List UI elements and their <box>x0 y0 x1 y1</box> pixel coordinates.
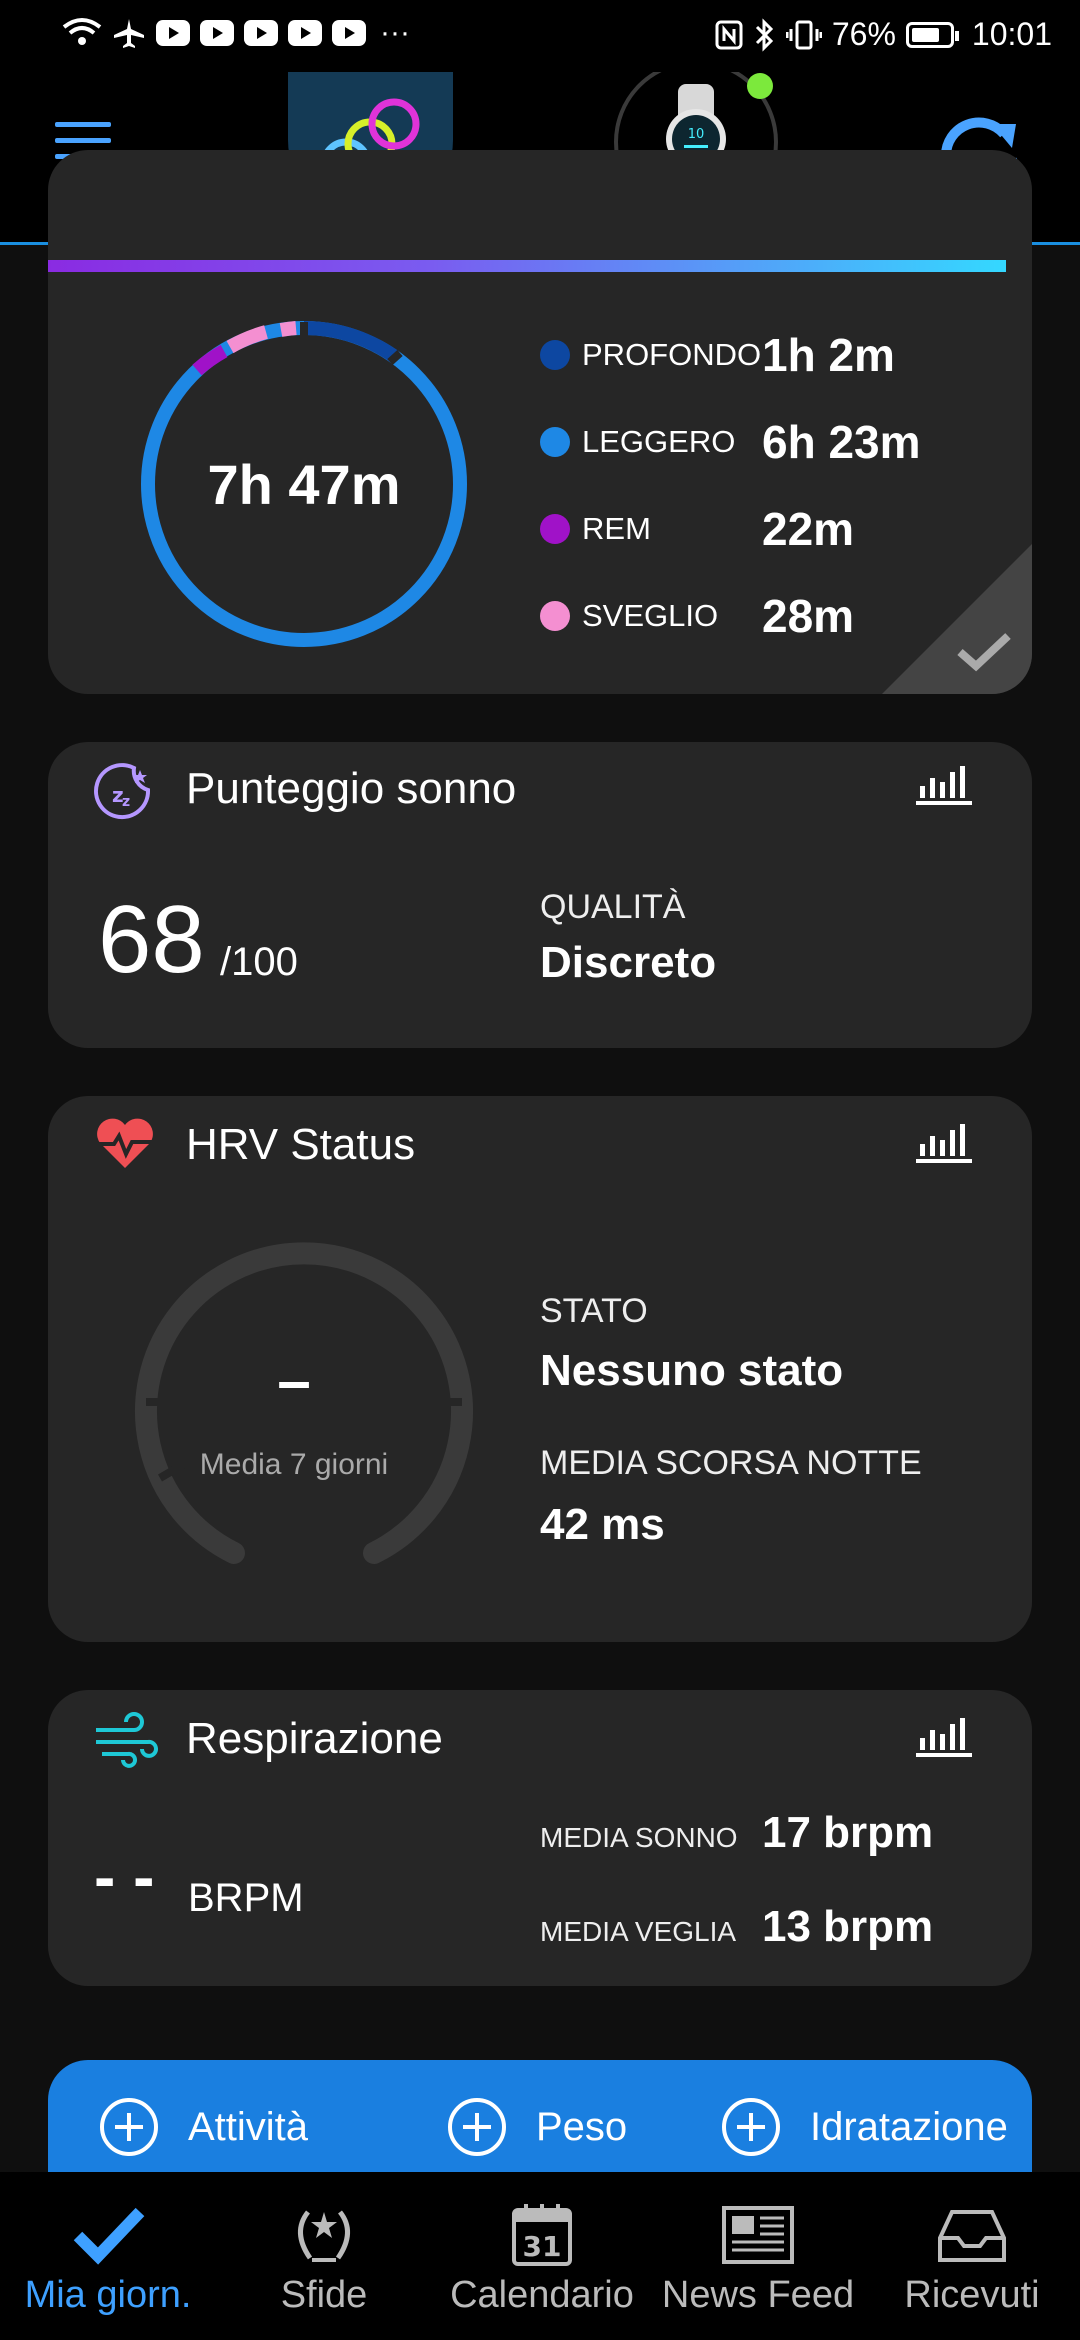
sleep-score-card[interactable]: z z Punteggio sonno 68 /100 QUALITÀ Disc… <box>48 742 1032 1048</box>
clock: 10:01 <box>971 16 1052 52</box>
deep-dot <box>540 340 570 370</box>
hrv-last-night-value: 42 ms <box>540 1500 665 1549</box>
add-weight-label: Peso <box>536 2104 628 2149</box>
rem-dot <box>540 514 570 544</box>
rem-value: 22m <box>762 503 855 555</box>
wifi-icon <box>62 18 102 45</box>
sleep-avg-label: MEDIA SONNO <box>540 1822 738 1853</box>
sleep-score-value: 68 <box>98 886 205 993</box>
youtube-notification-icon <box>288 20 322 46</box>
legend-deep: PROFONDO 1h 2m <box>540 328 895 382</box>
svg-text:10: 10 <box>688 127 705 142</box>
nav-inbox[interactable]: Ricevuti <box>864 2172 1080 2340</box>
hrv-value: – <box>277 1347 311 1414</box>
status-icons-right: 76% 10:01 <box>714 16 1052 53</box>
plus-circle-icon <box>448 2098 506 2156</box>
nav-inbox-label: Ricevuti <box>904 2274 1040 2316</box>
nav-calendar[interactable]: 31 Calendario <box>432 2172 652 2340</box>
airplane-icon <box>114 19 144 48</box>
light-label: LEGGERO <box>582 424 736 459</box>
add-activity-button[interactable]: Attività <box>98 2096 308 2158</box>
wake-avg-label: MEDIA VEGLIA <box>540 1916 737 1947</box>
rem-label: REM <box>582 511 651 546</box>
nav-my-day[interactable]: Mia giorn. <box>0 2172 216 2340</box>
nav-news-feed-label: News Feed <box>661 2274 855 2316</box>
sleep-score-max: /100 <box>220 940 298 984</box>
wake-avg-value: 13 brpm <box>762 1902 934 1951</box>
sleep-gradient-bar <box>48 260 1006 272</box>
vibrate-icon <box>785 20 822 49</box>
legend-awake: SVEGLIO 28m <box>540 589 854 643</box>
legend-rem: REM 22m <box>540 502 854 556</box>
add-weight-button[interactable]: Peso <box>446 2096 627 2158</box>
deep-label: PROFONDO <box>582 337 762 372</box>
status-bar: ··· 76% 10:01 <box>0 0 1080 72</box>
battery-fill <box>911 27 940 42</box>
hrv-title: HRV Status <box>186 1120 416 1169</box>
youtube-notification-icon <box>200 20 234 46</box>
nfc-icon <box>715 20 743 49</box>
sleep-total: 7h 47m <box>208 453 401 516</box>
chart-bars-icon[interactable] <box>916 762 972 806</box>
respiration-card[interactable]: Respirazione - - BRPM MEDIA SONNO 17 brp… <box>48 1690 1032 1986</box>
nav-challenges[interactable]: Sfide <box>216 2172 432 2340</box>
awake-label: SVEGLIO <box>582 598 719 633</box>
status-icons-left: ··· <box>62 16 410 50</box>
youtube-notification-icon <box>244 20 278 46</box>
hrv-card[interactable]: HRV Status – Media 7 giorni STATO Nessun… <box>48 1096 1032 1642</box>
respiration-value: - - <box>94 1841 155 1913</box>
plus-circle-icon <box>100 2098 158 2156</box>
sleep-score-title: Punteggio sonno <box>186 764 517 813</box>
light-dot <box>540 427 570 457</box>
svg-text:z: z <box>122 794 130 810</box>
light-value: 6h 23m <box>762 416 921 468</box>
plus-circle-icon <box>722 2098 780 2156</box>
hrv-avg-label: Media 7 giorni <box>199 1448 389 1481</box>
nav-calendar-label: Calendario <box>450 2274 634 2316</box>
heart-icon <box>97 1118 153 1168</box>
nav-news-feed[interactable]: News Feed <box>652 2172 864 2340</box>
checkmark-icon[interactable] <box>956 632 1012 672</box>
quality-value: Discreto <box>540 938 717 987</box>
respiration-title: Respirazione <box>186 1714 443 1763</box>
bottom-navigation: Mia giorn. Sfide 31 Calendario News Feed <box>0 2172 1080 2340</box>
bluetooth-icon <box>755 17 773 52</box>
laurel-trophy-icon <box>298 2210 350 2262</box>
chart-bars-icon[interactable] <box>916 1714 972 1758</box>
add-activity-label: Attività <box>188 2104 309 2149</box>
hrv-state-value: Nessuno stato <box>540 1346 844 1395</box>
quick-add-bar: Attività Peso Idratazione <box>48 2060 1032 2172</box>
legend-light: LEGGERO 6h 23m <box>540 415 921 469</box>
battery-icon <box>905 21 959 48</box>
calendar-icon: 31 <box>512 2204 572 2266</box>
sleep-avg-value: 17 brpm <box>762 1808 934 1857</box>
youtube-notification-icon <box>332 20 366 46</box>
respiration-unit: BRPM <box>188 1876 304 1920</box>
awake-dot <box>540 601 570 631</box>
battery-percent: 76% <box>831 16 896 52</box>
more-notifications-icon: ··· <box>380 16 410 49</box>
add-hydration-button[interactable]: Idratazione <box>720 2096 1008 2158</box>
youtube-notification-icon <box>156 20 190 46</box>
nav-my-day-label: Mia giorn. <box>24 2274 192 2316</box>
hrv-last-night-label: MEDIA SCORSA NOTTE <box>540 1444 922 1482</box>
newspaper-icon <box>722 2206 794 2264</box>
quality-label: QUALITÀ <box>540 888 686 926</box>
nav-challenges-label: Sfide <box>280 2274 368 2316</box>
inbox-tray-icon <box>938 2210 1006 2262</box>
add-hydration-label: Idratazione <box>810 2104 1008 2149</box>
wind-icon <box>96 1712 158 1768</box>
awake-value: 28m <box>762 590 855 642</box>
sleep-card[interactable]: 7h 47m PROFONDO 1h 2m LEGGERO 6h 23m REM… <box>48 150 1032 694</box>
deep-value: 1h 2m <box>762 329 895 381</box>
checkmark-icon <box>73 2207 145 2265</box>
chart-bars-icon[interactable] <box>916 1120 972 1164</box>
svg-text:31: 31 <box>523 2230 562 2263</box>
hrv-state-label: STATO <box>540 1292 648 1330</box>
sleep-zz-icon: z z <box>94 763 151 820</box>
sleep-donut-chart: 7h 47m <box>141 320 467 647</box>
